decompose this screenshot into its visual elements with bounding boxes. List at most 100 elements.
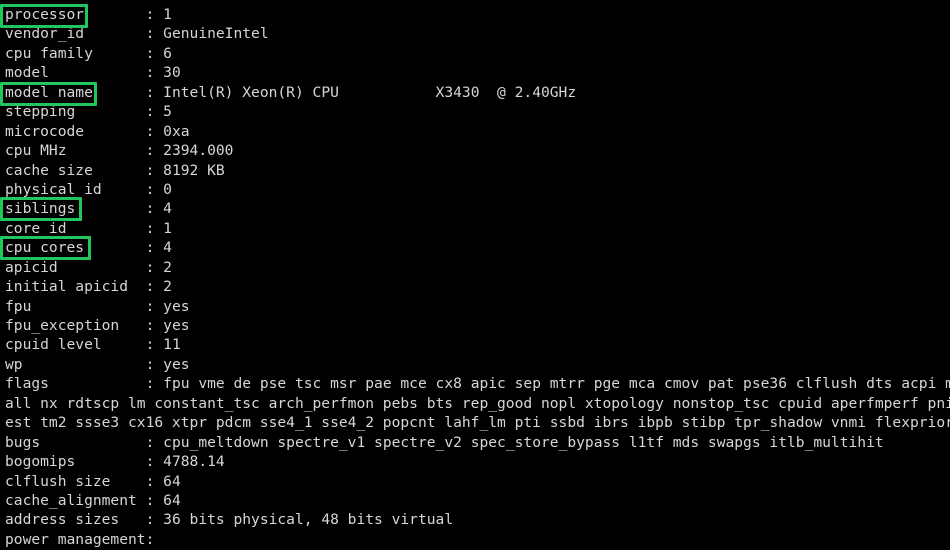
field-value-cpu-cores: 4 [163,239,172,257]
field-label-processor: processor [5,6,85,23]
field-separator: : [145,122,164,140]
field-separator: : [145,142,164,160]
cpuinfo-row-physical-id: physical id : 0 [5,180,950,199]
field-padding [137,492,146,509]
cpuinfo-row-microcode: microcode : 0xa [5,122,950,141]
field-value-cpu-mhz: 2394.000 [163,142,234,160]
field-value-initial-apicid: 2 [163,278,172,296]
field-separator: : [145,25,164,43]
field-separator: : [145,180,164,198]
field-value-cache-size: 8192 KB [163,161,225,179]
field-label-power-management: power management [5,530,146,548]
field-label-fpu-exception: fpu_exception [5,317,120,334]
field-value-bogomips: 4788.14 [163,453,225,471]
cpuinfo-row-stepping: stepping : 5 [5,102,950,121]
field-padding [58,259,146,276]
cpuinfo-row-cpu-family: cpu family : 6 [5,44,950,63]
field-padding [119,317,145,334]
cpuinfo-row-initial-apicid: initial apicid : 2 [5,277,950,296]
field-label-model: model [5,64,49,82]
field-separator: : [145,453,164,471]
cpuinfo-row-flags: flags : fpu vme de pse tsc msr pae mce c… [5,374,950,393]
cpuinfo-row-siblings: siblings : 4 [5,199,950,218]
field-separator: : [145,64,164,82]
field-padding [93,162,146,179]
field-padding [49,375,146,392]
field-label-siblings: siblings [5,200,76,218]
field-padding [102,181,146,198]
field-padding [102,336,146,353]
cpuinfo-row-address-sizes: address sizes : 36 bits physical, 48 bit… [5,510,950,529]
field-value-stepping: 5 [163,103,172,121]
field-padding [75,103,145,120]
terminal-window[interactable]: processor : 1 vendor_id : GenuineIntel cpu… [0,0,950,550]
field-value-vendor-id: GenuineIntel [163,25,269,43]
field-padding [40,434,145,451]
field-separator: : [145,433,164,451]
cpuinfo-row-core-id: core id : 1 [5,219,950,238]
field-separator: : [145,278,164,296]
field-padding [93,45,146,62]
field-value-cpu-family: 6 [163,44,172,62]
field-value-wp: yes [163,355,190,373]
cpuinfo-row-wp: wp : yes [5,355,950,374]
field-label-apicid: apicid [5,258,58,276]
cpuinfo-output-text: processor : 1 vendor_id : GenuineIntel cpu… [5,5,950,549]
field-value-flags: fpu vme de pse tsc msr pae mce cx8 apic … [163,375,950,393]
field-separator: : [145,44,164,62]
field-padding [49,64,146,81]
field-padding [75,453,145,470]
field-value-bugs: cpu_meltdown spectre_v1 spectre_v2 spec_… [163,433,884,451]
cpuinfo-row-cpu-cores: cpu cores : 4 [5,238,950,257]
field-label-fpu: fpu [5,297,32,315]
field-separator: : [145,200,164,218]
cpuinfo-row-cpu-mhz: cpu MHz : 2394.000 [5,141,950,160]
field-value-fpu-exception: yes [163,317,190,334]
field-separator: : [145,83,164,101]
field-label-cpu-cores: cpu cores [5,239,85,257]
cpuinfo-row-fpu-exception: fpu_exception : yes [5,316,950,335]
field-value-processor: 1 [163,6,172,23]
cpuinfo-row-bugs: bugs : cpu_meltdown spectre_v1 spectre_v… [5,433,950,452]
cpuinfo-row-cpuid-level: cpuid level : 11 [5,335,950,354]
field-separator: : [145,355,164,373]
field-value-address-sizes: 36 bits physical, 48 bits virtual [163,511,454,529]
field-separator: : [145,375,164,393]
field-separator: : [145,511,164,529]
cpuinfo-row-fpu: fpu : yes [5,297,950,316]
cpuinfo-row-power-management: power management: [5,530,950,549]
field-value-cache-alignment: 64 [163,491,181,509]
field-label-wp: wp [5,355,23,373]
field-separator: : [145,219,164,237]
field-padding [84,239,146,256]
field-label-bugs: bugs [5,433,41,451]
field-padding [110,473,145,490]
field-padding [84,123,146,140]
field-label-physical-id: physical id [5,180,102,198]
cpuinfo-row-apicid: apicid : 2 [5,258,950,277]
field-separator: : [145,297,164,315]
field-separator: : [145,530,155,548]
field-label-bogomips: bogomips [5,453,76,471]
field-padding [128,278,146,295]
field-padding [119,511,145,528]
field-padding [84,25,146,42]
field-label-cpu-family: cpu family [5,44,93,62]
field-label-cpuid-level: cpuid level [5,336,102,354]
field-value-apicid: 2 [163,258,172,276]
cpuinfo-row-bogomips: bogomips : 4788.14 [5,452,950,471]
field-value-model: 30 [163,64,181,82]
cpuinfo-row-model: model : 30 [5,63,950,82]
cpuinfo-row-clflush-size: clflush size : 64 [5,472,950,491]
field-separator: : [145,317,164,334]
field-separator: : [145,258,164,276]
field-label-cache-alignment: cache_alignment [5,491,137,509]
field-value-cpuid-level: 11 [163,336,181,354]
field-separator: : [145,103,164,121]
field-padding [67,220,146,237]
field-padding [23,356,146,373]
field-separator: : [145,161,164,179]
field-padding [75,200,145,217]
cpuinfo-row-cache-size: cache size : 8192 KB [5,161,950,180]
field-padding [67,142,146,159]
